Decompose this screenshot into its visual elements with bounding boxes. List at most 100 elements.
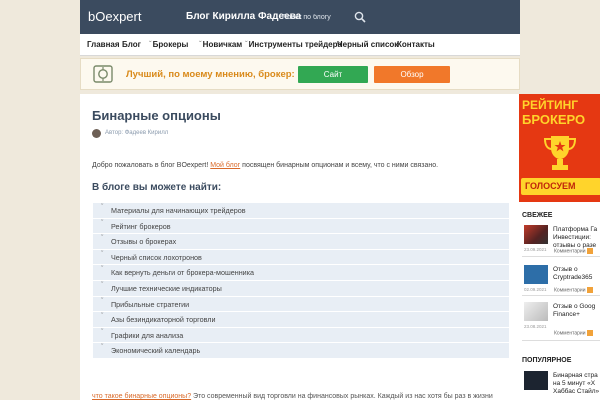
list-item-label: Рейтинг брокеров	[111, 221, 171, 231]
post-title-line: Cryptrade365	[553, 274, 593, 281]
post-title-line: Finance+	[553, 311, 580, 318]
promo-text: Лучший, по моему мнению, брокер:	[126, 69, 295, 80]
list-item[interactable]: ˇ Черный список лохотронов	[93, 249, 509, 266]
post-comments[interactable]: Комментарии	[554, 248, 593, 254]
list-item[interactable]: ˇ Рейтинг брокеров	[93, 218, 509, 235]
post-date: 23.08.2021	[524, 324, 547, 329]
post-thumbnail[interactable]	[524, 225, 548, 244]
promo-bar: Лучший, по моему мнению, брокер: Сайт Об…	[80, 58, 520, 90]
review-button[interactable]: Обзор	[374, 66, 450, 83]
what-are-binary-options-link[interactable]: что такое бинарные опционы?	[92, 393, 191, 400]
post-thumbnail[interactable]	[524, 371, 548, 390]
dropdown-caret-icon: ˇ	[149, 40, 152, 49]
search-icon[interactable]	[354, 11, 366, 23]
nav-item-home[interactable]: Главная	[86, 40, 120, 49]
nav-item-blacklist[interactable]: Черный список	[336, 40, 398, 49]
search-input[interactable]	[282, 9, 352, 25]
fresh-post-item[interactable]: Отзыв о Goog Finance+ 23.08.2021	[524, 302, 600, 332]
nav-item-label: Новичкам	[202, 40, 243, 49]
nav-item-blog[interactable]: Блог	[121, 40, 141, 49]
post-title[interactable]: Бинарная стра на 5 минут «Х Хаббас Стайл»	[553, 372, 599, 396]
post-title-line: Платформа Га	[553, 226, 598, 233]
bullet-icon: ˇ	[101, 219, 104, 227]
post-title[interactable]: Платформа Га Инвестиции: отзывы о разе	[553, 226, 597, 250]
visit-site-button[interactable]: Сайт	[298, 66, 368, 83]
list-item-label: Отзывы о брокерах	[111, 237, 177, 247]
post-thumbnail[interactable]	[524, 265, 548, 284]
site-header: bOexpert Блог Кирилла Фадеева	[80, 0, 520, 34]
nav-item-label: Блог	[122, 40, 141, 49]
comments-label: Комментарии	[554, 330, 586, 337]
post-comments[interactable]: Комментарии	[554, 287, 593, 293]
post-title-line: Бинарная стра	[553, 372, 598, 379]
list-item[interactable]: ˇ Графики для анализа	[93, 327, 509, 344]
nav-item-label: Черный список	[337, 40, 399, 49]
main-navigation: Главная Блог ˇБрокеры ˇНовичкам ˇИнструм…	[80, 34, 520, 56]
intro-text: посвящен бинарным опционам и всему, что …	[240, 162, 439, 169]
list-item[interactable]: ˇ Отзывы о брокерах	[93, 234, 509, 250]
list-item[interactable]: ˇ Лучшие технические индикаторы	[93, 280, 509, 297]
post-title-line: Отзыв о	[553, 266, 578, 273]
topic-list: ˇ Материалы для начинающих трейдеров ˇ Рей…	[93, 203, 509, 359]
broker-logo-icon	[93, 65, 113, 83]
author-byline[interactable]: Автор: Фадеев Кирилл	[105, 130, 168, 136]
bullet-icon: ˇ	[101, 297, 104, 305]
bullet-icon: ˇ	[101, 313, 104, 321]
bullet-icon: ˇ	[101, 235, 104, 243]
nav-item-trader-tools[interactable]: ˇИнструменты трейдера	[245, 40, 342, 49]
comments-icon	[586, 330, 593, 336]
bullet-icon: ˇ	[101, 250, 104, 258]
comments-icon	[586, 248, 593, 254]
list-item[interactable]: ˇ Прибыльные стратегии	[93, 296, 509, 313]
bullet-icon: ˇ	[101, 328, 104, 336]
post-date: 02.09.2021	[524, 287, 547, 292]
section-heading: В блоге вы можете найти:	[92, 182, 222, 193]
post-title[interactable]: Отзыв о Goog Finance+	[553, 303, 595, 319]
list-item-label: Материалы для начинающих трейдеров	[111, 206, 246, 215]
banner-title-line2: БРОКЕРО	[522, 112, 586, 127]
post-thumbnail[interactable]	[524, 302, 548, 321]
sidebar: РЕЙТИНГ БРОКЕРО ГОЛОСУЕМ СВЕЖЕЕ Платформ…	[518, 94, 600, 400]
divider	[522, 340, 600, 341]
comments-icon	[586, 287, 593, 293]
intro-paragraph: Добро пожаловать в блог BOexpert! Мой бл…	[92, 162, 438, 169]
nav-item-label: Главная	[87, 40, 120, 49]
list-item-label: Черный список лохотронов	[111, 252, 202, 262]
site-logo[interactable]: bOexpert	[88, 9, 141, 24]
bullet-icon: ˇ	[101, 344, 104, 352]
nav-item-label: Брокеры	[152, 40, 189, 49]
bottom-text: Это современный вид торговли на финансов…	[191, 393, 493, 400]
my-blog-link[interactable]: Мой блог	[210, 162, 240, 169]
post-title-line: Отзыв о Goog	[553, 303, 596, 310]
fresh-heading: СВЕЖЕЕ	[522, 212, 553, 219]
search-box	[282, 9, 368, 25]
banner-title-line1: РЕЙТИНГ	[522, 98, 579, 112]
nav-item-brokers[interactable]: ˇБрокеры	[149, 40, 188, 49]
page-title: Бинарные опционы	[92, 108, 221, 123]
intro-text: Добро пожаловать в блог BOexpert!	[92, 162, 211, 169]
list-item-label: Экономический календарь	[111, 346, 201, 356]
dropdown-caret-icon: ˇ	[245, 40, 248, 49]
bottom-paragraph: что такое бинарные опционы? Это современ…	[92, 393, 493, 400]
bullet-icon: ˇ	[101, 204, 104, 211]
nav-item-contacts[interactable]: Контакты	[396, 40, 435, 49]
list-item[interactable]: ˇ Экономический календарь	[93, 343, 509, 359]
list-item-label: Азы безиндикаторной торговли	[111, 315, 216, 325]
vote-button[interactable]: ГОЛОСУЕМ	[521, 178, 600, 195]
list-item[interactable]: ˇ Как вернуть деньги от брокера-мошенника	[93, 265, 509, 281]
post-title[interactable]: Отзыв о Cryptrade365	[553, 266, 592, 282]
popular-post-item[interactable]: Бинарная стра на 5 минут «Х Хаббас Стайл»	[524, 371, 600, 400]
popular-heading: ПОПУЛЯРНОЕ	[522, 357, 572, 364]
post-title-line: Хаббас Стайл»	[553, 388, 600, 395]
nav-item-label: Инструменты трейдера	[248, 40, 342, 49]
main-content: Бинарные опционы Автор: Фадеев Кирилл До…	[80, 94, 518, 400]
nav-item-beginners[interactable]: ˇНовичкам	[199, 40, 242, 49]
bullet-icon: ˇ	[101, 266, 104, 274]
list-item-label: Лучшие технические индикаторы	[111, 283, 222, 293]
dropdown-caret-icon: ˇ	[199, 40, 202, 49]
broker-rating-banner[interactable]: РЕЙТИНГ БРОКЕРО ГОЛОСУЕМ	[519, 94, 600, 202]
post-comments[interactable]: Комментарии	[554, 330, 593, 336]
list-item[interactable]: ˇ Азы безиндикаторной торговли	[93, 312, 509, 328]
list-item[interactable]: ˇ Материалы для начинающих трейдеров	[93, 203, 509, 219]
comments-label: Комментарии	[554, 248, 586, 255]
